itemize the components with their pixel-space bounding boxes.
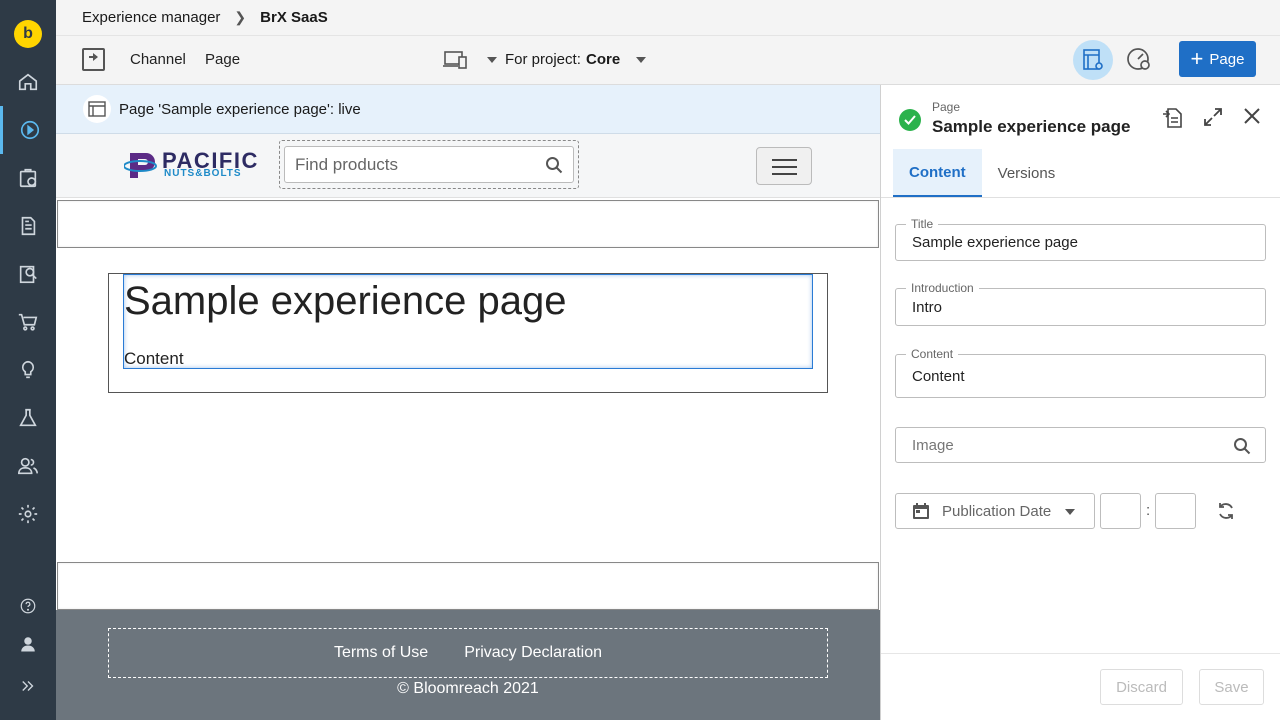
calendar-icon <box>913 503 929 519</box>
add-page-button[interactable]: + Page <box>1179 41 1256 77</box>
introduction-field-label: Introduction <box>906 281 979 295</box>
insights-icon[interactable] <box>0 346 56 394</box>
copyright: © Bloomreach 2021 <box>397 680 539 697</box>
document-actions-icon[interactable] <box>1162 107 1184 134</box>
content-field-value: Content <box>912 367 965 385</box>
close-icon[interactable] <box>1243 107 1261 130</box>
expand-icon[interactable] <box>0 662 56 710</box>
image-field[interactable]: Image <box>895 427 1266 463</box>
content-field-label: Content <box>906 347 959 361</box>
audiences-icon[interactable] <box>0 442 56 490</box>
image-search-icon[interactable] <box>1233 437 1251 455</box>
logo-subtext: NUTS&BOLTS <box>164 168 242 179</box>
project-dropdown-icon[interactable] <box>636 57 646 63</box>
top-container[interactable] <box>57 200 879 248</box>
chevron-right-icon: ❯ <box>234 9 247 25</box>
project-value[interactable]: Core <box>586 51 620 68</box>
footer-link-privacy[interactable]: Privacy Declaration <box>464 644 602 662</box>
page-icon <box>83 95 111 123</box>
breadcrumb-app[interactable]: Experience manager <box>82 9 220 26</box>
breadcrumb: Experience manager ❯ BrX SaaS <box>56 0 1280 36</box>
content-field[interactable]: Content Content <box>895 347 1266 398</box>
content-editor-panel: Page Sample experience page Content Vers… <box>880 85 1280 720</box>
time-separator: : <box>1146 502 1151 519</box>
performance-icon[interactable] <box>1126 46 1152 77</box>
preview-toggle-icon[interactable] <box>1073 40 1113 80</box>
exit-channel-icon[interactable] <box>82 48 105 71</box>
plus-icon: + <box>1190 46 1204 71</box>
home-icon[interactable] <box>0 58 56 106</box>
maximize-icon[interactable] <box>1203 107 1223 132</box>
project-label: For project: <box>505 51 581 68</box>
banner-text: Page 'Sample experience page': live <box>119 100 361 118</box>
settings-icon[interactable] <box>0 490 56 538</box>
status-check-icon <box>899 109 921 131</box>
image-field-placeholder: Image <box>912 436 954 454</box>
introduction-field-value: Intro <box>912 298 943 316</box>
add-page-label: Page <box>1209 50 1245 68</box>
main-container[interactable]: Sample experience page Content <box>108 273 828 393</box>
search-input[interactable]: Find products <box>284 146 574 183</box>
publication-date-picker[interactable]: Publication Date <box>895 493 1095 529</box>
site-header: PACIFIC NUTS&BOLTS Find products <box>56 134 880 198</box>
page-menu[interactable]: Page <box>205 51 240 68</box>
page-heading: Sample experience page <box>124 279 567 323</box>
minute-input[interactable] <box>1155 493 1196 529</box>
left-nav-rail: b <box>0 0 56 720</box>
title-field[interactable]: Title Sample experience page <box>895 217 1266 261</box>
discard-button[interactable]: Discard <box>1100 669 1183 705</box>
site-footer: Terms of Use Privacy Declaration © Bloom… <box>56 610 880 720</box>
experience-manager-icon[interactable] <box>0 106 56 154</box>
tab-versions[interactable]: Versions <box>982 149 1072 197</box>
selected-component[interactable]: Sample experience page Content <box>123 274 813 369</box>
commerce-icon[interactable] <box>0 298 56 346</box>
publication-date-label: Publication Date <box>942 502 1052 520</box>
save-button[interactable]: Save <box>1199 669 1264 705</box>
projects-icon[interactable] <box>0 154 56 202</box>
search-icon[interactable] <box>545 156 563 174</box>
page-preview-canvas: Page 'Sample experience page': live PACI… <box>56 85 880 720</box>
content-icon[interactable] <box>0 202 56 250</box>
title-field-value: Sample experience page <box>912 234 1078 251</box>
refresh-icon[interactable] <box>1216 501 1236 526</box>
toolbar: Channel Page For project: Core + Page <box>56 36 1280 85</box>
search-component[interactable]: Find products <box>279 140 579 189</box>
device-icon[interactable] <box>442 50 468 75</box>
panel-tabs: Content Versions <box>893 149 1071 197</box>
page-status-banner: Page 'Sample experience page': live <box>56 85 880 134</box>
device-dropdown-icon[interactable] <box>487 57 497 63</box>
user-icon[interactable] <box>0 620 56 668</box>
breadcrumb-current: BrX SaaS <box>260 9 328 26</box>
page-content: Content <box>124 349 184 368</box>
document-type: Page <box>932 100 961 114</box>
experiments-icon[interactable] <box>0 394 56 442</box>
seo-icon[interactable] <box>0 250 56 298</box>
chevron-down-icon <box>1065 509 1075 515</box>
introduction-field[interactable]: Introduction Intro <box>895 281 1266 326</box>
title-field-label: Title <box>906 217 939 231</box>
panel-footer-divider <box>881 653 1280 654</box>
footer-link-terms[interactable]: Terms of Use <box>334 644 428 662</box>
footer-menu[interactable]: Terms of Use Privacy Declaration <box>108 628 828 678</box>
tab-content[interactable]: Content <box>893 149 982 197</box>
pacific-logo-icon <box>123 150 164 185</box>
tab-divider <box>881 197 1280 198</box>
bottom-container[interactable] <box>57 562 879 610</box>
channel-menu[interactable]: Channel <box>130 51 186 68</box>
search-placeholder: Find products <box>295 155 398 174</box>
bloomreach-logo[interactable]: b <box>14 20 42 48</box>
hour-input[interactable] <box>1100 493 1141 529</box>
document-title: Sample experience page <box>932 117 1131 136</box>
menu-toggle-button[interactable] <box>756 147 812 185</box>
